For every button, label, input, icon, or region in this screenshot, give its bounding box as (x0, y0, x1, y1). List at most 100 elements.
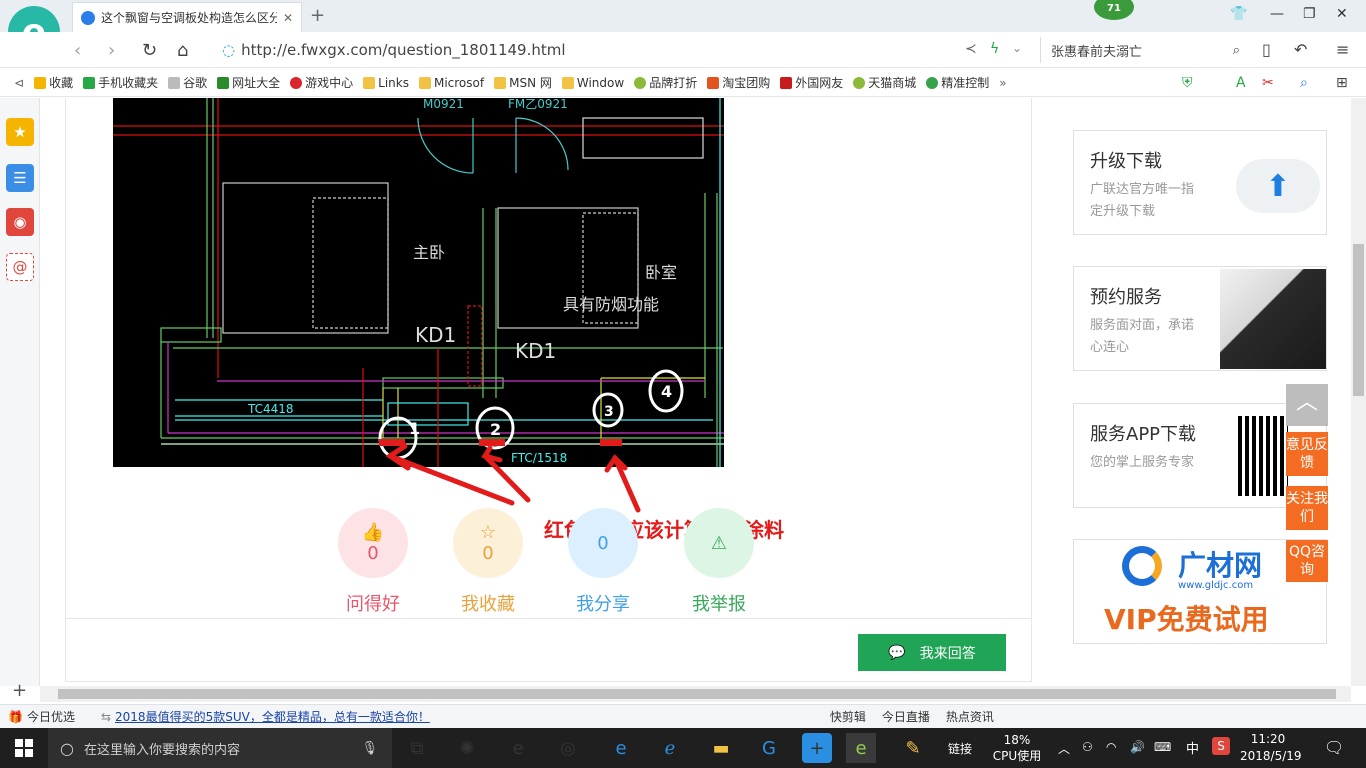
undo-icon[interactable]: ↶ (1294, 40, 1307, 59)
forward-icon[interactable]: › (108, 40, 115, 61)
action-center-icon[interactable]: 🗨 (1324, 738, 1344, 757)
home-icon[interactable]: ⌂ (177, 40, 188, 61)
upvote-button[interactable]: 👍 0 问得好 (338, 508, 408, 616)
bookmark-item[interactable]: 外国网友 (780, 74, 843, 91)
restore-icon[interactable]: ❐ (1303, 6, 1316, 22)
bookmark-folder[interactable]: MSN 网 (494, 74, 552, 91)
clock[interactable]: 11:20 2018/5/19 (1240, 731, 1302, 765)
edge-icon[interactable]: e (606, 733, 636, 763)
notes-app-icon[interactable]: ✎ (898, 733, 928, 763)
follow-button[interactable]: 关注我们 (1286, 486, 1328, 530)
booking-service-card[interactable]: 预约服务 服务面对面，承诺心连心 (1073, 266, 1327, 371)
new-tab-icon[interactable]: + (310, 5, 325, 26)
shirt-skin-icon[interactable]: 👕 (1230, 6, 1247, 22)
taskbar-search[interactable]: ○ 在这里输入你要搜索的内容 🎙 (48, 728, 392, 768)
bookmark-folder[interactable]: Links (363, 76, 409, 90)
active-browser-icon[interactable]: e (846, 733, 876, 763)
360-browser-icon[interactable]: ◎ (553, 733, 583, 763)
share-button[interactable]: 0 我分享 (568, 508, 638, 616)
microphone-icon[interactable]: 🎙 (361, 741, 378, 756)
menu-icon[interactable]: ≡ (1336, 40, 1349, 59)
sogou-ime-icon[interactable]: S (1212, 737, 1230, 755)
vertical-scroll-thumb[interactable] (1353, 244, 1364, 396)
bookmark-item[interactable]: 手机收藏夹 (83, 74, 158, 91)
chevron-down-icon[interactable]: ⌄ (1012, 41, 1022, 55)
bookmark-item[interactable]: 淘宝团购 (707, 74, 770, 91)
search-box[interactable]: 张惠春前夫溺亡 ⌕ (1040, 37, 1240, 63)
ime-indicator[interactable]: 中 (1186, 738, 1199, 757)
bookmark-item[interactable]: 收藏 (34, 74, 73, 91)
keyboard-icon[interactable]: ⌨ (1154, 740, 1171, 754)
translate-icon[interactable]: A (1236, 75, 1246, 91)
live-link[interactable]: 今日直播 (882, 708, 930, 725)
collapse-icon[interactable]: ⊲ (14, 76, 24, 90)
pinwheel-app-icon[interactable]: ✺ (452, 733, 482, 763)
favorite-button[interactable]: ☆ 0 我收藏 (453, 508, 523, 616)
tray-chevron-icon[interactable]: ︿ (1058, 740, 1070, 757)
back-to-top-icon[interactable]: ︿ (1286, 384, 1328, 426)
cad-label: KD1 (515, 339, 556, 363)
links-toolbar[interactable]: 链接 (948, 740, 972, 757)
weibo-icon[interactable]: ◉ (6, 208, 34, 236)
cpu-percent: 18% (1003, 733, 1031, 747)
favorites-star-icon[interactable]: ★ (6, 118, 34, 146)
share-icon[interactable]: ≺ (965, 41, 977, 57)
bookmark-item[interactable]: 谷歌 (168, 74, 207, 91)
report-button[interactable]: ⚠ 我举报 (684, 508, 754, 616)
mail-icon[interactable]: @ (6, 253, 34, 281)
address-bar[interactable]: ◌ http://e.fwxgx.com/question_1801149.ht… (222, 37, 1037, 63)
window-close-icon[interactable]: ✕ (1336, 6, 1348, 22)
bookmark-item[interactable]: 网址大全 (217, 74, 280, 91)
news-link[interactable]: 2018最值得买的5款SUV，全都是精品，总有一款适合你！ (115, 708, 430, 725)
back-icon[interactable]: ‹ (74, 40, 81, 61)
search-icon[interactable]: ⌕ (1233, 43, 1240, 58)
minimize-icon[interactable]: — (1270, 6, 1284, 22)
bookmark-item[interactable]: 精准控制 (926, 74, 989, 91)
refresh-icon[interactable]: ↻ (142, 40, 157, 61)
bookmark-folder[interactable]: Microsof (418, 76, 484, 90)
gift-icon: 🎁 (8, 709, 23, 724)
feedback-button[interactable]: 意见反馈 (1286, 432, 1328, 476)
upgrade-subtitle: 广联达官方唯一指定升级下载 (1090, 182, 1195, 219)
plus-app-icon[interactable]: + (802, 733, 832, 763)
volume-icon[interactable]: 🔊 (1130, 740, 1145, 754)
more-bookmarks-icon[interactable]: » (999, 76, 1006, 90)
add-icon[interactable]: + (12, 680, 27, 701)
bookmark-item[interactable]: 游戏中心 (290, 74, 353, 91)
bookmark-item[interactable]: 天猫商城 (853, 74, 916, 91)
mobile-icon[interactable]: ▯ (1262, 40, 1271, 59)
wifi-icon[interactable]: ◠ (1106, 740, 1116, 754)
glodon-app-icon[interactable]: G (754, 733, 784, 763)
status-bar: 🎁 今日优选 ⇆ 2018最值得买的5款SUV，全都是精品，总有一款适合你！ 快… (0, 704, 1366, 728)
apps-icon[interactable]: ⊞ (1336, 75, 1348, 91)
upgrade-download-card[interactable]: 升级下载 广联达官方唯一指定升级下载 ⬆ (1073, 130, 1327, 235)
people-icon[interactable]: ⚇ (1082, 740, 1093, 754)
qq-consult-button[interactable]: QQ咨询 (1286, 540, 1328, 582)
tab-active[interactable]: 这个飘窗与空调板处构造怎么区分 ✕ (72, 2, 302, 32)
game-icon (290, 76, 303, 89)
answer-button[interactable]: 💬 我来回答 (858, 634, 1006, 671)
lightning-icon[interactable]: ϟ (990, 41, 999, 57)
windows-start-icon[interactable] (0, 728, 48, 768)
hot-news-link[interactable]: 热点资讯 (946, 708, 994, 725)
file-explorer-icon[interactable]: ▬ (706, 733, 736, 763)
task-view-icon[interactable]: ⧉ (402, 733, 432, 763)
horizontal-scroll-thumb[interactable] (58, 689, 1336, 699)
edge-legacy-icon[interactable]: e (503, 733, 533, 763)
search-icon[interactable]: ⌕ (1300, 75, 1308, 91)
scissors-icon[interactable]: ✂ (1262, 75, 1274, 91)
quick-cut-link[interactable]: 快剪辑 (830, 708, 866, 725)
favorite-count: 0 (482, 543, 494, 564)
list-icon[interactable]: ☰ (6, 164, 34, 192)
bookmarks-bar: ⊲ 收藏 手机收藏夹 谷歌 网址大全 游戏中心 Links Microsof M… (0, 69, 1366, 97)
shield-icon[interactable]: ⛨ (1182, 75, 1193, 91)
bookmark-folder[interactable]: Window (561, 76, 624, 90)
warning-icon: ⚠ (710, 532, 728, 554)
cad-label: M0921 (423, 98, 464, 111)
internet-explorer-icon[interactable]: ℯ (655, 733, 685, 763)
bookmark-item[interactable]: 品牌打折 (634, 74, 697, 91)
ad-slogan: VIP免费试用 (1104, 603, 1269, 636)
tab-close-icon[interactable]: ✕ (283, 11, 293, 25)
today-picks[interactable]: 今日优选 (27, 708, 75, 725)
cpu-label: CPU使用 (992, 749, 1042, 763)
